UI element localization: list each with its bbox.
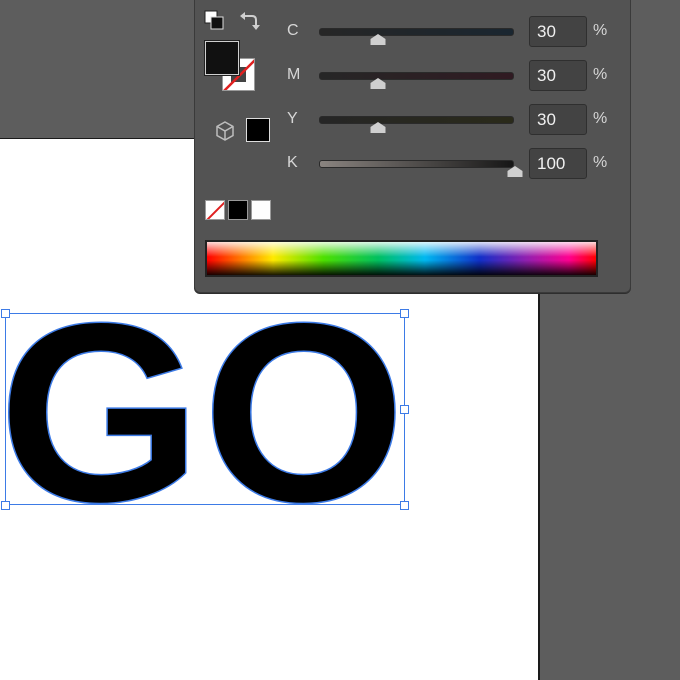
slider-thumb[interactable] bbox=[370, 78, 386, 89]
handle-middle-right[interactable] bbox=[400, 405, 409, 414]
black-slider-track[interactable] bbox=[319, 160, 514, 168]
swatch-none[interactable] bbox=[205, 200, 225, 220]
slider-thumb[interactable] bbox=[507, 166, 523, 177]
percent-label: % bbox=[593, 66, 608, 83]
black-value-input[interactable]: 100 bbox=[529, 148, 587, 179]
swatch-white[interactable] bbox=[251, 200, 271, 220]
slider-label: C bbox=[287, 22, 299, 39]
handle-top-right[interactable] bbox=[400, 309, 409, 318]
handle-top-left[interactable] bbox=[1, 309, 10, 318]
slider-label: M bbox=[287, 66, 301, 83]
cyan-slider-track[interactable] bbox=[319, 28, 514, 36]
color-panel: C 30 % M 30 % Y 30 % K 100 % bbox=[194, 0, 631, 293]
slider-label: Y bbox=[287, 110, 298, 127]
handle-bottom-right[interactable] bbox=[400, 501, 409, 510]
none-slash-icon bbox=[206, 201, 224, 219]
slider-thumb[interactable] bbox=[370, 34, 386, 45]
slider-row-black: K 100 % bbox=[195, 148, 630, 179]
yellow-value-input[interactable]: 30 bbox=[529, 104, 587, 135]
percent-label: % bbox=[593, 110, 608, 127]
percent-label: % bbox=[593, 154, 608, 171]
slider-thumb[interactable] bbox=[370, 122, 386, 133]
yellow-slider-track[interactable] bbox=[319, 116, 514, 124]
slider-row-magenta: M 30 % bbox=[195, 60, 630, 91]
selection-bounding-box[interactable] bbox=[5, 313, 405, 505]
slider-row-cyan: C 30 % bbox=[195, 16, 630, 47]
magenta-slider-track[interactable] bbox=[319, 72, 514, 80]
cyan-value-input[interactable]: 30 bbox=[529, 16, 587, 47]
swatch-black[interactable] bbox=[228, 200, 248, 220]
magenta-value-input[interactable]: 30 bbox=[529, 60, 587, 91]
slider-label: K bbox=[287, 154, 298, 171]
handle-bottom-left[interactable] bbox=[1, 501, 10, 510]
color-spectrum-ramp[interactable] bbox=[205, 240, 598, 277]
slider-row-yellow: Y 30 % bbox=[195, 104, 630, 135]
percent-label: % bbox=[593, 22, 608, 39]
